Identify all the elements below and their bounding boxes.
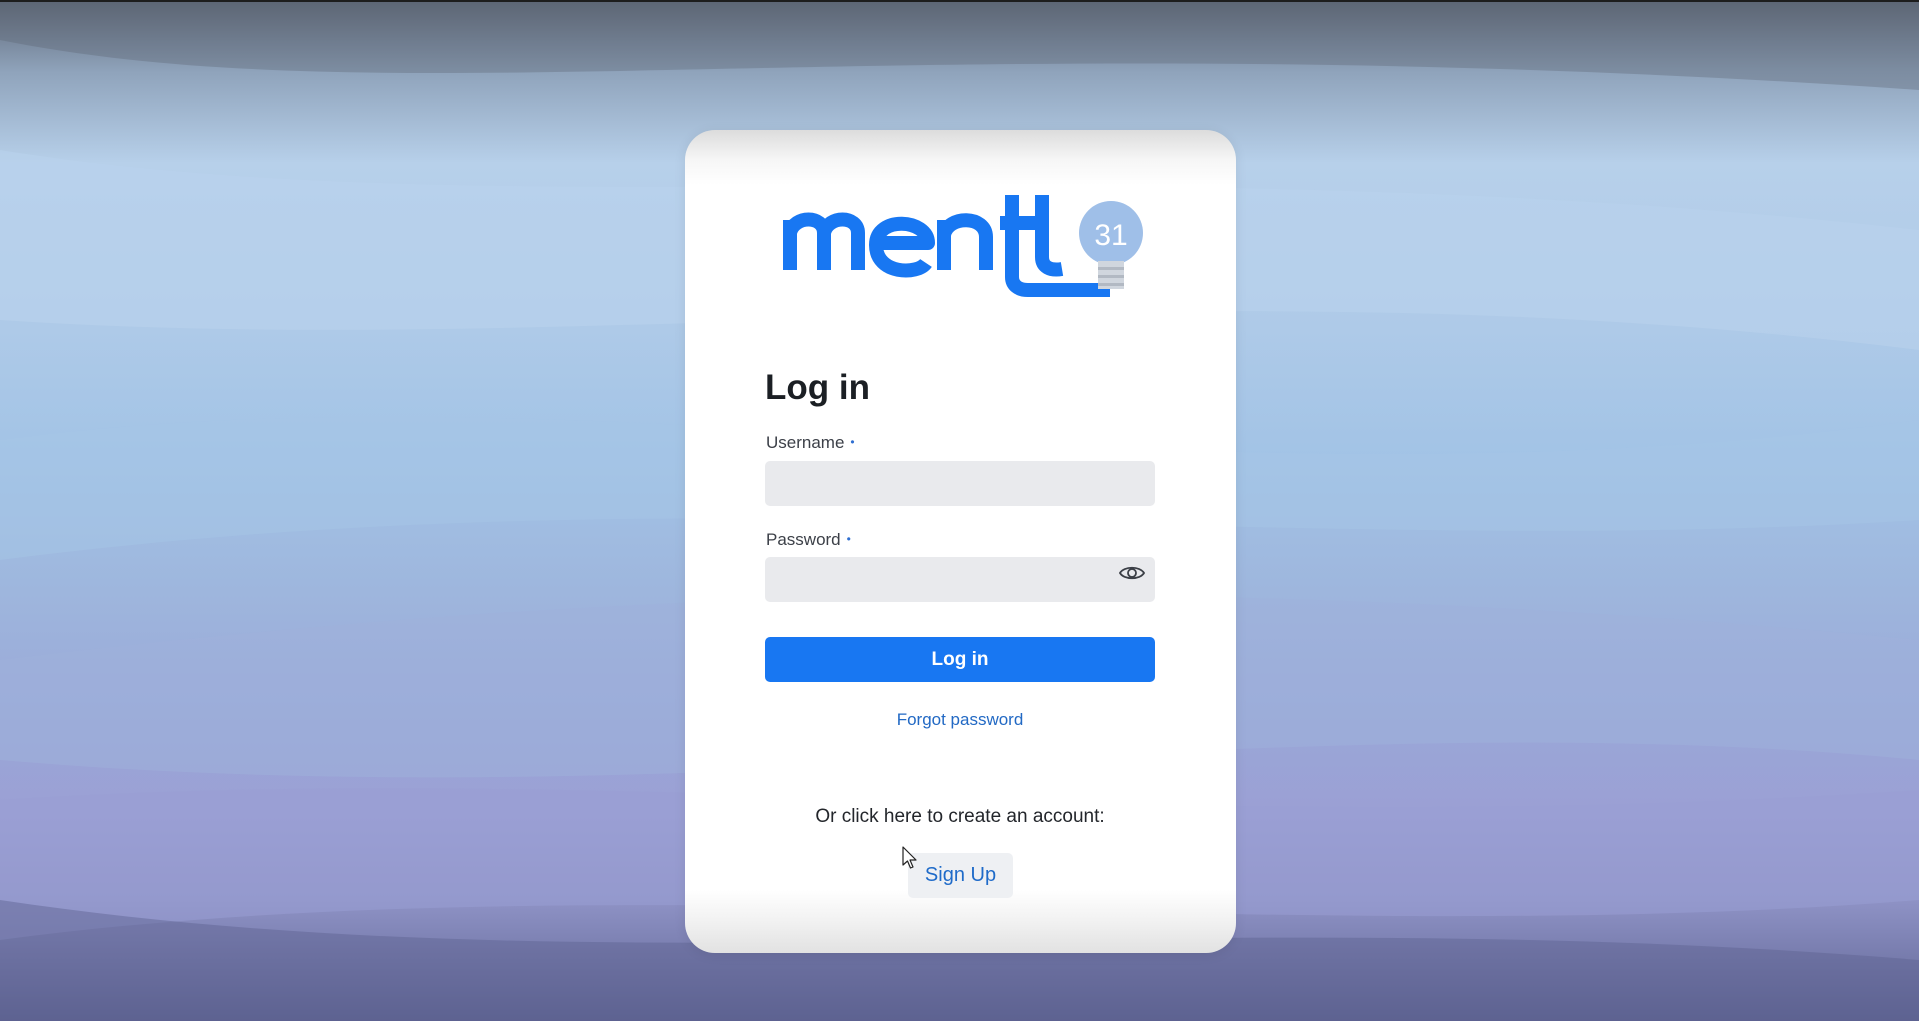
password-input[interactable] (765, 557, 1155, 602)
show-password-toggle[interactable] (1117, 562, 1147, 584)
page-title: Log in (765, 368, 870, 407)
forgot-password-link[interactable]: Forgot password (765, 710, 1155, 730)
logo-badge: 31 (1094, 219, 1127, 252)
mento-logo: 31 (783, 195, 1143, 297)
mouse-pointer-icon (902, 846, 917, 869)
username-input[interactable] (765, 461, 1155, 506)
top-edge-bar (0, 0, 1919, 2)
username-label-text: Username (766, 433, 845, 452)
login-card: 31 Log in Username • Password • Log in For… (685, 130, 1236, 953)
required-marker: • (846, 532, 851, 546)
password-label: Password • (766, 531, 851, 548)
required-marker: • (850, 435, 855, 449)
login-page: 31 Log in Username • Password • Log in For… (0, 0, 1919, 1021)
password-label-text: Password (766, 530, 841, 549)
create-account-prompt: Or click here to create an account: (815, 806, 1105, 827)
eye-icon (1119, 566, 1145, 580)
username-label: Username • (766, 434, 855, 451)
login-button[interactable]: Log in (765, 637, 1155, 682)
sign-up-button[interactable]: Sign Up (908, 853, 1013, 898)
